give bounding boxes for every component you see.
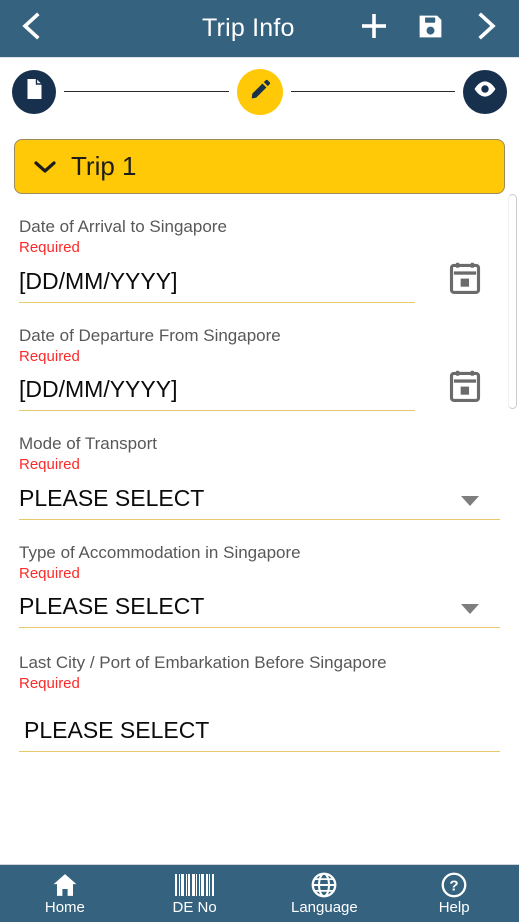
vertical-scrollbar[interactable]: [508, 194, 517, 409]
add-button[interactable]: [347, 0, 401, 57]
caret-down-icon: [461, 495, 479, 506]
page-title: Trip Info: [202, 14, 295, 42]
bottom-navigation: Home DE No Language ? Help: [0, 864, 519, 922]
floppy-disk-save-icon: [416, 12, 445, 46]
svg-text:?: ?: [449, 877, 458, 894]
trip-accordion-header[interactable]: Trip 1: [14, 139, 505, 194]
nav-label: Home: [44, 898, 85, 916]
trip-form: Date of Arrival to Singapore Required Da…: [0, 194, 519, 864]
nav-label: DE No: [172, 898, 217, 916]
mode-of-transport-select[interactable]: [19, 484, 500, 520]
accommodation-type-control[interactable]: [19, 593, 500, 628]
stepper-step-document[interactable]: [12, 69, 56, 114]
last-city-port-input[interactable]: [19, 716, 500, 752]
field-label: Type of Accommodation in Singapore: [19, 542, 301, 562]
arrival-date-control: [19, 262, 500, 303]
eye-icon: [473, 79, 497, 104]
field-required-text: Required: [19, 347, 80, 365]
field-required-text: Required: [19, 456, 80, 474]
next-button[interactable]: [459, 0, 513, 57]
app-bar-actions: [347, 0, 519, 57]
caret-down-icon: [461, 604, 479, 614]
field-required-text: Required: [19, 239, 80, 257]
mode-of-transport-control[interactable]: [19, 484, 500, 520]
field-label: Date of Arrival to Singapore: [19, 217, 227, 236]
stepper-connector-1: [64, 91, 229, 92]
field-arrival-date: Date of Arrival to Singapore Required: [19, 194, 500, 303]
field-departure-date: Date of Departure From Singapore Require…: [19, 303, 500, 411]
home-icon: [52, 873, 78, 898]
last-city-port-control: [19, 716, 500, 752]
arrival-date-input[interactable]: [19, 267, 415, 303]
barcode-icon: [175, 873, 214, 898]
back-button[interactable]: [0, 0, 62, 57]
nav-item-de-no[interactable]: DE No: [130, 865, 260, 922]
chevron-left-icon: [18, 11, 44, 46]
field-required-text: Required: [19, 675, 80, 693]
trip-accordion-label: Trip 1: [71, 151, 137, 181]
nav-item-home[interactable]: Home: [0, 865, 130, 922]
chevron-right-icon: [473, 11, 499, 46]
calendar-icon[interactable]: [446, 367, 484, 405]
nav-item-help[interactable]: ? Help: [389, 865, 519, 922]
stepper-connector-2: [290, 91, 455, 92]
departure-date-control: [19, 370, 500, 411]
calendar-icon[interactable]: [446, 259, 484, 297]
question-circle-icon: ?: [441, 872, 467, 898]
stepper-step-review[interactable]: [463, 69, 507, 114]
accommodation-type-select[interactable]: [19, 593, 500, 628]
document-icon: [25, 78, 44, 105]
field-accommodation-type: Type of Accommodation in Singapore Requi…: [19, 520, 500, 628]
chevron-down-icon: [33, 159, 57, 175]
nav-item-language[interactable]: Language: [260, 865, 390, 922]
field-mode-of-transport: Mode of Transport Required: [19, 411, 500, 520]
app-bar: Trip Info: [0, 0, 519, 57]
nav-label: Help: [438, 898, 470, 916]
field-last-city-port: Last City / Port of Embarkation Before S…: [19, 628, 500, 752]
pencil-edit-icon: [249, 78, 271, 105]
globe-icon: [311, 872, 337, 898]
field-label: Date of Departure From Singapore: [19, 325, 281, 345]
stepper-step-edit[interactable]: [236, 68, 283, 115]
trip-info-screen: Trip Info Trip 1 Date of Arrival to Sing…: [0, 0, 519, 922]
field-required-text: Required: [19, 564, 80, 582]
plus-icon: [359, 11, 389, 46]
nav-label: Language: [291, 898, 358, 916]
progress-stepper: [0, 57, 519, 125]
departure-date-input[interactable]: [19, 376, 415, 411]
save-button[interactable]: [403, 0, 457, 57]
field-label: Mode of Transport: [19, 434, 157, 453]
field-label: Last City / Port of Embarkation Before S…: [19, 653, 387, 672]
